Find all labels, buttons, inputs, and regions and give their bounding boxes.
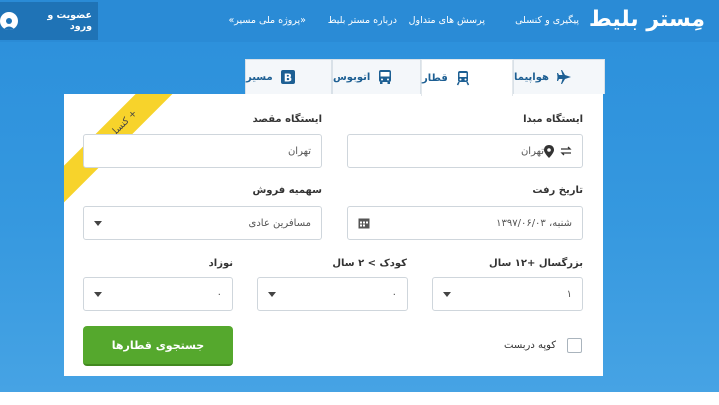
nav-link-faq[interactable]: پرسش های متداول: [409, 15, 485, 26]
chevron-down-icon: [94, 220, 102, 226]
destination-field[interactable]: تهران: [83, 134, 322, 168]
origin-label: ایستگاه مبدا: [523, 114, 583, 125]
site-logo[interactable]: مِستر بلیط: [589, 7, 706, 32]
chevron-down-icon: [443, 291, 451, 297]
chevron-down-icon: [268, 291, 276, 297]
infant-count-select[interactable]: ۰: [83, 277, 233, 311]
coupe-label: کوپه دربست: [504, 340, 557, 351]
destination-label: ایستگاه مقصد: [252, 114, 322, 125]
b-icon: B: [280, 69, 296, 85]
child-label: کودک > ۲ سال: [332, 258, 407, 269]
login-label: عضویت و ورود: [47, 10, 92, 32]
coupe-checkbox[interactable]: [567, 338, 582, 353]
search-trains-button[interactable]: جستجوی قطارها: [83, 326, 233, 366]
departure-date-value: شنبه، ۱۳۹۷/۰۶/۰۳: [496, 217, 572, 229]
adult-count-value: ۱: [566, 288, 572, 300]
destination-value: تهران: [287, 145, 311, 157]
origin-icons: [544, 144, 572, 158]
page-background: مِستر بلیط پیگیری و کنسلی پرسش های متداو…: [0, 0, 719, 392]
origin-field[interactable]: تهران: [347, 134, 583, 168]
top-navbar: مِستر بلیط پیگیری و کنسلی پرسش های متداو…: [0, 0, 719, 42]
tab-airplane-label: هواپیما: [514, 71, 549, 83]
quota-value: مسافرین عادی: [248, 217, 312, 229]
nav-link-tracking[interactable]: پیگیری و کنسلی: [515, 15, 579, 26]
calendar-icon: [358, 217, 370, 229]
nav-link-national-project[interactable]: «پروژه ملی مسیر»: [228, 15, 306, 26]
departure-date-field[interactable]: شنبه، ۱۳۹۷/۰۶/۰۳: [347, 206, 583, 240]
infant-label: نوزاد: [208, 258, 233, 269]
origin-value: تهران: [520, 145, 544, 157]
infant-count-value: ۰: [216, 288, 222, 300]
tab-masir[interactable]: B مسیر: [245, 59, 332, 94]
login-register-button[interactable]: عضویت و ورود: [0, 2, 98, 40]
child-count-value: ۰: [391, 288, 397, 300]
quota-label: سهمیه فروش: [252, 185, 322, 196]
tab-bus[interactable]: اتوبوس: [332, 59, 421, 94]
adult-label: بزرگسال +۱۲ سال: [489, 258, 583, 269]
nav-link-about[interactable]: درباره مستر بلیط: [328, 15, 397, 26]
child-count-select[interactable]: ۰: [257, 277, 408, 311]
bus-icon: [377, 69, 393, 85]
location-pin-icon: [544, 144, 554, 158]
swap-icon[interactable]: [560, 145, 572, 157]
plane-icon: [556, 69, 572, 85]
user-icon: [0, 12, 18, 30]
train-icon: [455, 70, 471, 86]
tab-train[interactable]: قطار: [421, 59, 513, 96]
search-form-panel: + کنسلی اینترنتی ایستگاه مبدا تهران ایست…: [64, 94, 603, 376]
svg-text:B: B: [283, 72, 291, 85]
tab-airplane[interactable]: هواپیما: [513, 59, 605, 94]
tab-train-label: قطار: [422, 72, 448, 84]
adult-count-select[interactable]: ۱: [432, 277, 583, 311]
quota-select[interactable]: مسافرین عادی: [83, 206, 322, 240]
tab-masir-label: مسیر: [246, 71, 273, 83]
tab-bus-label: اتوبوس: [333, 71, 371, 83]
chevron-down-icon: [94, 291, 102, 297]
departure-date-label: تاریخ رفت: [532, 185, 583, 196]
